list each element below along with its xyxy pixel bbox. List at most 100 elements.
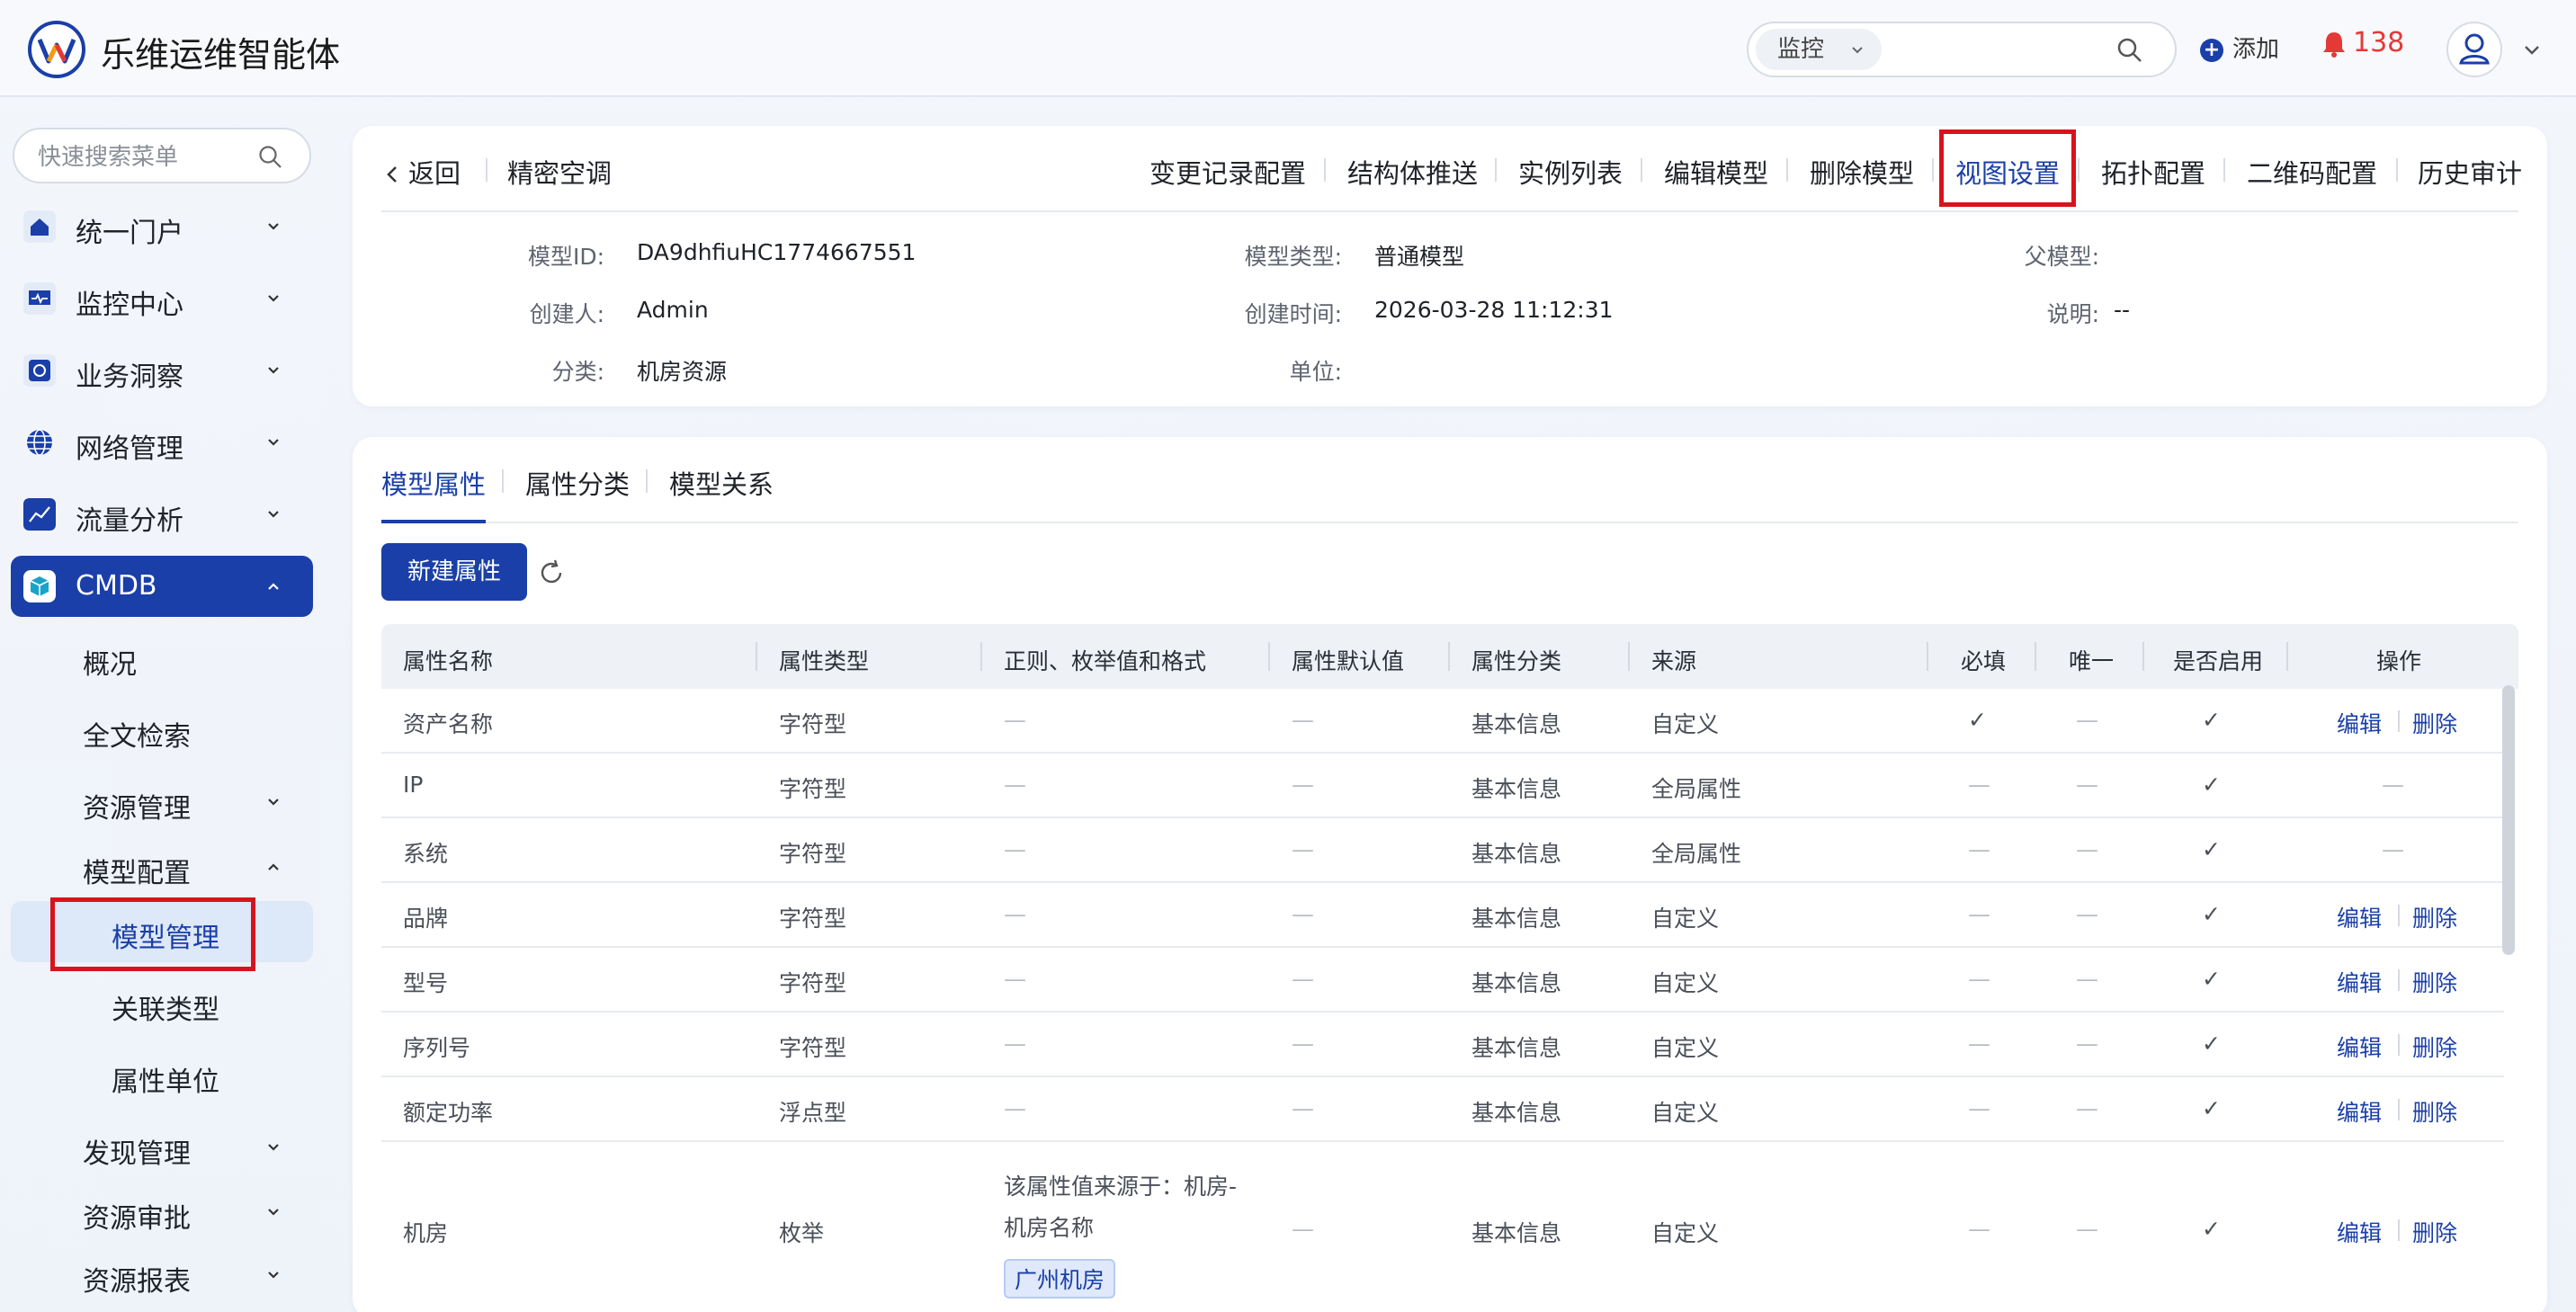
cell-category: 基本信息 (1471, 970, 1562, 996)
divider (980, 642, 982, 671)
sidebar-sub-label: 模型配置 (83, 858, 191, 889)
chevron-down-icon (268, 295, 279, 302)
menu-search[interactable] (13, 128, 311, 183)
action-history-audit[interactable]: 历史审计 (2418, 153, 2522, 191)
cell-unique: — (2076, 1216, 2098, 1242)
portal-icon (23, 210, 56, 243)
sidebar-item-label: 网络管理 (76, 433, 183, 465)
global-search[interactable]: 监控 (1747, 22, 2177, 77)
sidebar-item-cmdb[interactable]: CMDB (11, 556, 313, 617)
sidebar-sub-label: 属性单位 (112, 1067, 219, 1098)
search-icon[interactable] (257, 144, 284, 171)
search-scope-select[interactable]: 监控 (1756, 29, 1882, 70)
table-scrollbar[interactable] (2502, 685, 2515, 955)
action-delete-model[interactable]: 删除模型 (1810, 153, 1914, 191)
cell-unique: — (2076, 1031, 2098, 1057)
refresh-icon[interactable] (536, 558, 567, 588)
sidebar-sub-approval[interactable]: 资源审批 (11, 1182, 313, 1243)
table-row: IP 字符型 — — 基本信息 全局属性 — — ✓ — (381, 754, 2504, 818)
active-tab-indicator (381, 520, 486, 523)
sidebar-sub-resource[interactable]: 资源管理 (11, 772, 313, 833)
action-qrcode-config[interactable]: 二维码配置 (2247, 153, 2377, 191)
chevron-down-icon[interactable] (2522, 40, 2542, 59)
sidebar-item-label: 监控中心 (76, 290, 183, 321)
tab-model-attributes[interactable]: 模型属性 (381, 464, 486, 502)
sidebar-sub-report[interactable]: 资源报表 (11, 1245, 313, 1306)
sidebar-item-insight[interactable]: 业务洞察 (11, 340, 313, 401)
cell-default: — (1292, 1095, 1314, 1121)
chevron-down-icon (268, 1209, 279, 1216)
sidebar-sub-overview[interactable]: 概况 (11, 628, 313, 689)
sidebar-sub-model-management[interactable]: 模型管理 (11, 901, 313, 962)
delete-link[interactable]: 删除 (2412, 1216, 2457, 1248)
new-attribute-button[interactable]: 新建属性 (381, 543, 527, 601)
action-instance-list[interactable]: 实例列表 (1518, 153, 1623, 191)
menu-search-input[interactable] (38, 142, 254, 173)
edit-link[interactable]: 编辑 (2337, 1216, 2382, 1248)
action-change-log-config[interactable]: 变更记录配置 (1149, 153, 1306, 191)
cell-enabled: ✓ (2202, 1216, 2221, 1242)
user-avatar[interactable] (2446, 22, 2502, 77)
back-button[interactable]: 返回 (385, 153, 461, 191)
cell-required: — (1968, 1216, 1990, 1242)
sidebar-sub-label: 概况 (83, 649, 137, 681)
cell-type: 字符型 (779, 970, 847, 996)
cell-name: 资产名称 (403, 711, 494, 737)
cell-default: — (1292, 901, 1314, 927)
delete-link[interactable]: 删除 (2412, 707, 2457, 739)
delete-link[interactable]: 删除 (2412, 1095, 2457, 1128)
edit-link[interactable]: 编辑 (2337, 901, 2382, 933)
delete-link[interactable]: 删除 (2412, 966, 2457, 998)
cell-name: 品牌 (403, 906, 449, 932)
action-view-settings[interactable]: 视图设置 (1955, 153, 2060, 191)
column-header: 必填 (1961, 648, 2007, 674)
sidebar-item-portal[interactable]: 统一门户 (11, 196, 313, 257)
edit-link[interactable]: 编辑 (2337, 707, 2382, 739)
sidebar-sub-model-config[interactable]: 模型配置 (11, 836, 313, 897)
cell-category: 基本信息 (1471, 1100, 1562, 1126)
cell-type: 字符型 (779, 906, 847, 932)
divider (2398, 969, 2400, 991)
sidebar-item-traffic[interactable]: 流量分析 (11, 484, 313, 545)
delete-link[interactable]: 删除 (2412, 901, 2457, 933)
search-icon[interactable] (2115, 36, 2144, 65)
add-button[interactable]: + 添加 (2200, 31, 2279, 67)
column-header: 属性分类 (1471, 648, 1562, 674)
enum-tag: 广州机房 (1004, 1259, 1116, 1299)
edit-link[interactable]: 编辑 (2337, 1095, 2382, 1128)
sidebar-sub-label: 资源报表 (83, 1266, 191, 1298)
globe-icon (27, 429, 52, 456)
cell-enabled: ✓ (2202, 1095, 2221, 1121)
edit-link[interactable]: 编辑 (2337, 966, 2382, 998)
divider (646, 469, 648, 493)
alerts-button[interactable]: 138 (2321, 27, 2404, 67)
tab-attribute-categories[interactable]: 属性分类 (525, 464, 630, 502)
edit-link[interactable]: 编辑 (2337, 1031, 2382, 1063)
sidebar-item-monitor[interactable]: 监控中心 (11, 268, 313, 329)
divider (2396, 158, 2398, 182)
table-row: 型号 字符型 — — 基本信息 自定义 — — ✓ 编辑 删除 (381, 948, 2504, 1013)
action-struct-push[interactable]: 结构体推送 (1347, 153, 1478, 191)
cell-regex: — (1004, 901, 1026, 927)
app-logo-icon (28, 21, 85, 78)
chevron-down-icon (268, 439, 279, 446)
divider (1932, 158, 1934, 182)
cell-type: 字符型 (779, 711, 847, 737)
divider (2078, 158, 2080, 182)
sidebar: 统一门户 监控中心 业务洞察 网络管理 流量分析 CMDB 概况 全文检索 资源… (0, 99, 324, 1312)
table-row: 资产名称 字符型 — — 基本信息 自定义 ✓ — ✓ 编辑 删除 (381, 689, 2504, 754)
action-topology-config[interactable]: 拓扑配置 (2101, 153, 2205, 191)
cell-regex: — (1004, 1031, 1026, 1057)
sidebar-sub-fulltext[interactable]: 全文检索 (11, 700, 313, 761)
delete-link[interactable]: 删除 (2412, 1031, 2457, 1063)
sidebar-sub-discovery[interactable]: 发现管理 (11, 1117, 313, 1178)
action-edit-model[interactable]: 编辑模型 (1664, 153, 1768, 191)
sidebar-sub-attr-unit[interactable]: 属性单位 (11, 1045, 313, 1106)
cell-category: 基本信息 (1471, 1035, 1562, 1061)
sidebar-item-network[interactable]: 网络管理 (11, 412, 313, 473)
cell-unique: — (2076, 1095, 2098, 1121)
tab-model-relations[interactable]: 模型关系 (669, 464, 774, 502)
chevron-left-icon (387, 166, 397, 183)
sidebar-sub-relation-type[interactable]: 关联类型 (11, 973, 313, 1034)
divider (1927, 642, 1928, 671)
